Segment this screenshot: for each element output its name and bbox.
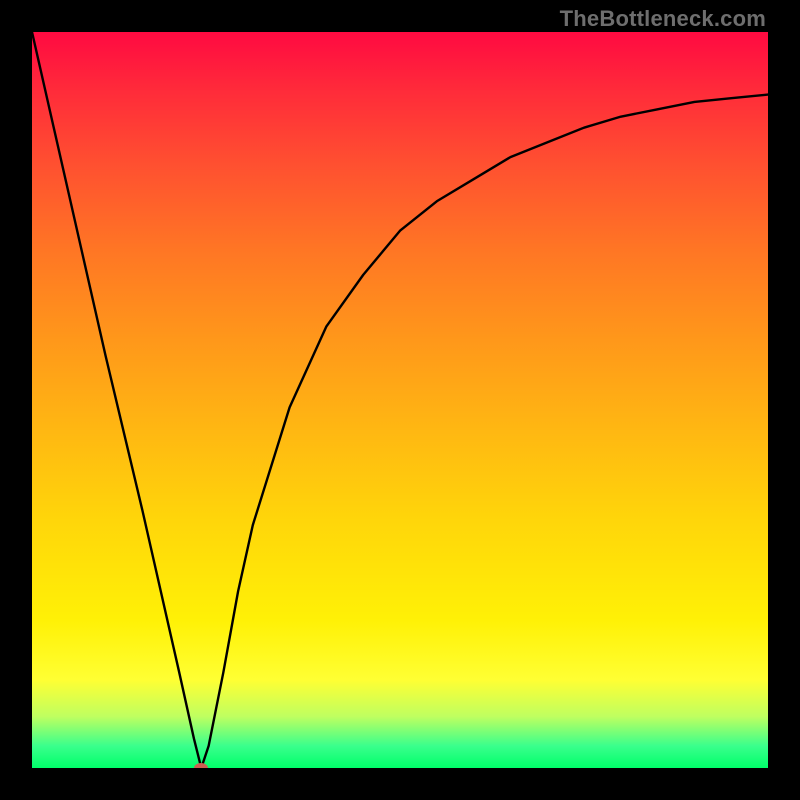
bottleneck-curve	[32, 32, 768, 768]
plot-area	[32, 32, 768, 768]
minimum-marker	[194, 763, 208, 768]
watermark-text: TheBottleneck.com	[560, 6, 766, 32]
chart-frame: TheBottleneck.com	[0, 0, 800, 800]
